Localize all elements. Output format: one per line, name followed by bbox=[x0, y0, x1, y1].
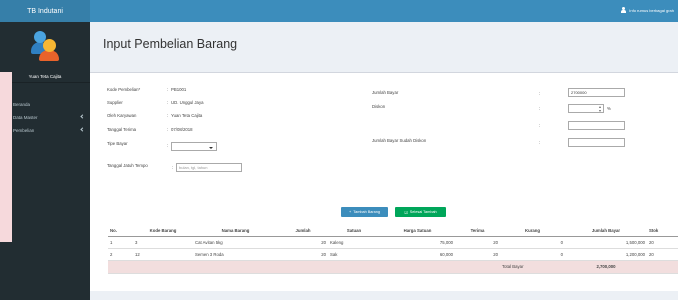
colon: : bbox=[167, 143, 169, 148]
selesai-tambah-button[interactable]: ☑ Selesai Tambah bbox=[395, 207, 446, 217]
user-menu[interactable]: Info rumus berbagai grah bbox=[621, 7, 674, 13]
total-label: Total Bayar bbox=[500, 260, 565, 274]
table-row: 2 12 Semen 3 Roda 20 Sak 60,000 20 0 1,2… bbox=[108, 248, 678, 261]
supplier-value: UD. Unggul Jaya bbox=[171, 100, 204, 105]
diskon-input[interactable] bbox=[568, 104, 604, 113]
table-cell: 60,000 bbox=[380, 248, 455, 261]
jatuh-tempo-input[interactable]: bulan, tgl, tahun bbox=[176, 163, 242, 172]
user-menu-label: Info rumus berbagai grah bbox=[629, 7, 674, 13]
table-total-row: Total Bayar 2,700,000 bbox=[108, 260, 678, 274]
table-header-row: No. Kode Barang Nama Barang Jumlah Satua… bbox=[108, 226, 678, 237]
table-cell: Kaleng bbox=[328, 236, 380, 249]
diskon-unit: % bbox=[607, 106, 611, 111]
jumlah-bayar-value: 2700000 bbox=[571, 90, 587, 95]
sidebar-item-label: Beranda bbox=[13, 102, 31, 107]
table-cell: 12 bbox=[133, 248, 193, 261]
colon: : bbox=[167, 100, 169, 105]
column-header: Nama Barang bbox=[193, 226, 278, 237]
table-cell: 0 bbox=[500, 236, 565, 249]
column-header: Kode Barang bbox=[133, 226, 193, 237]
table-row: 1 3 Cat Avitan 5kg 20 Kaleng 75,000 20 0… bbox=[108, 236, 678, 249]
sidebar-menu: Beranda Data Master Pembelian bbox=[0, 98, 90, 137]
table-cell: 1 bbox=[108, 236, 133, 249]
table-cell: 0 bbox=[500, 248, 565, 261]
sidebar-divider bbox=[0, 82, 90, 83]
supplier-label: Supplier bbox=[107, 100, 123, 105]
caret-down-icon bbox=[209, 146, 213, 149]
oleh-value: Yuan Teta Cajita bbox=[171, 113, 203, 118]
tanggal-label: Tanggal Terima bbox=[107, 127, 137, 132]
diskon-amount-input[interactable] bbox=[568, 121, 625, 130]
sidebar-item-pembelian[interactable]: Pembelian bbox=[0, 124, 90, 137]
column-header: Kurang bbox=[500, 226, 565, 237]
sidebar-item-label: Pembelian bbox=[13, 128, 35, 133]
check-square-icon: ☑ bbox=[404, 210, 408, 215]
left-edge-highlight bbox=[0, 72, 12, 242]
chevron-left-icon bbox=[80, 114, 85, 119]
chevron-left-icon bbox=[80, 127, 85, 132]
jumlah-bayar-label: Jumlah Bayar bbox=[372, 90, 399, 95]
colon: : bbox=[539, 123, 541, 128]
colon: : bbox=[539, 106, 541, 111]
page-title: Input Pembelian Barang bbox=[103, 37, 238, 51]
colon: : bbox=[539, 91, 541, 96]
table-cell: 20 bbox=[278, 248, 328, 261]
sidebar-item-data-master[interactable]: Data Master bbox=[0, 111, 90, 124]
tipe-label: Tipe Bayar bbox=[107, 141, 128, 146]
colon: : bbox=[167, 127, 169, 132]
app-logo[interactable]: TB Indutani bbox=[0, 0, 90, 22]
column-header: Jumlah bbox=[278, 226, 328, 237]
jumlah-setelah-diskon-label: Jumlah Bayar Sudah Diskon bbox=[372, 138, 427, 143]
table-cell: 20 bbox=[647, 236, 678, 249]
column-header: No. bbox=[108, 226, 133, 237]
diskon-label: Diskon bbox=[372, 104, 386, 109]
column-header: Stok bbox=[647, 226, 678, 237]
table-cell: 3 bbox=[133, 236, 193, 249]
total-value: 2,700,000 bbox=[565, 260, 647, 274]
jatuh-tempo-label: Tanggal Jatuh Tempo bbox=[107, 163, 148, 168]
tambah-barang-label: Tambah Barang bbox=[353, 210, 381, 214]
column-header: Terima bbox=[455, 226, 500, 237]
jumlah-bayar-input[interactable]: 2700000 bbox=[568, 88, 625, 97]
user-icon bbox=[621, 7, 627, 13]
table-cell: Semen 3 Roda bbox=[193, 248, 278, 261]
column-header: Harga Satuan bbox=[380, 226, 455, 237]
colon: : bbox=[167, 87, 169, 92]
table-cell: Sak bbox=[328, 248, 380, 261]
table-cell: 20 bbox=[647, 248, 678, 261]
top-navbar: Info rumus berbagai grah bbox=[90, 0, 678, 22]
oleh-label: Oleh Karyawan bbox=[107, 113, 137, 118]
colon: : bbox=[167, 113, 169, 118]
table-cell: 20 bbox=[455, 236, 500, 249]
plus-icon: + bbox=[348, 210, 352, 214]
spinner-icon[interactable] bbox=[599, 106, 602, 112]
column-header: Satuan bbox=[328, 226, 380, 237]
table-cell: 75,000 bbox=[380, 236, 455, 249]
tanggal-value: 07/08/2018 bbox=[171, 127, 193, 132]
sidebar: Yuan Teta Cajita Beranda Data Master Pem… bbox=[0, 22, 90, 300]
table-cell: 2 bbox=[108, 248, 133, 261]
jatuh-tempo-placeholder: bulan, tgl, tahun bbox=[179, 165, 208, 170]
jumlah-setelah-diskon-input[interactable] bbox=[568, 138, 625, 147]
avatar bbox=[31, 31, 59, 61]
sidebar-user-name: Yuan Teta Cajita bbox=[28, 74, 62, 79]
app-title: TB Indutani bbox=[27, 7, 63, 15]
sidebar-item-label: Data Master bbox=[13, 115, 38, 120]
kode-label: Kode Pembelian* bbox=[107, 87, 141, 92]
colon: : bbox=[172, 165, 174, 170]
column-header: Jumlah Bayar bbox=[565, 226, 647, 237]
table-cell: 1,200,000 bbox=[565, 248, 647, 261]
table-cell: 20 bbox=[455, 248, 500, 261]
selesai-tambah-label: Selesai Tambah bbox=[409, 210, 437, 214]
colon: : bbox=[539, 140, 541, 145]
pembelian-table: No. Kode Barang Nama Barang Jumlah Satua… bbox=[108, 226, 678, 274]
tipe-bayar-select[interactable] bbox=[171, 142, 217, 151]
sidebar-item-beranda[interactable]: Beranda bbox=[0, 98, 90, 111]
table-cell: 20 bbox=[278, 236, 328, 249]
kode-value: PB1001 bbox=[171, 87, 187, 92]
tambah-barang-button[interactable]: + Tambah Barang bbox=[341, 207, 388, 217]
footer-area bbox=[90, 291, 678, 300]
table-cell: Cat Avitan 5kg bbox=[193, 236, 278, 249]
table-cell: 1,500,000 bbox=[565, 236, 647, 249]
